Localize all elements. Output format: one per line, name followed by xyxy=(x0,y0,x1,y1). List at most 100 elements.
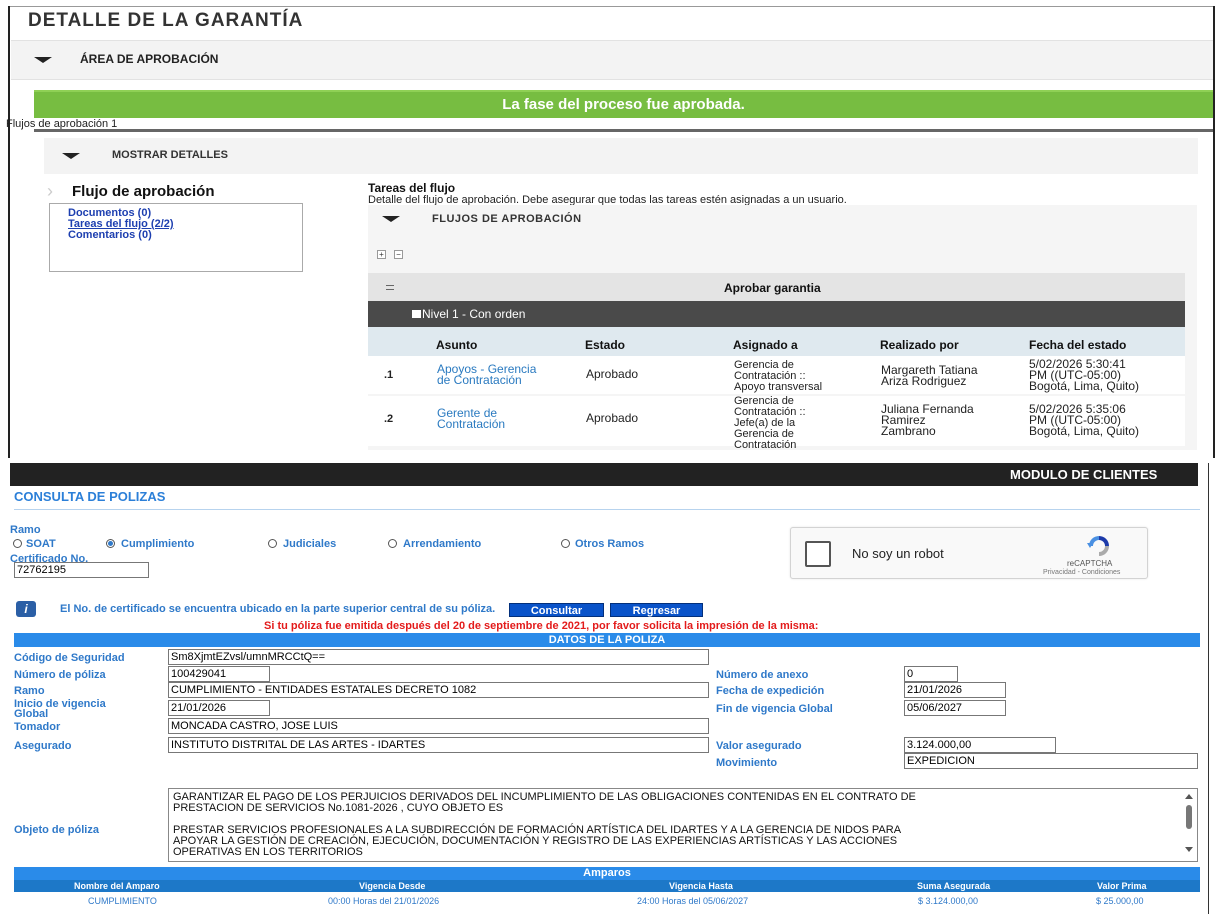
coverage-premium: $ 25.000,00 xyxy=(1096,896,1144,906)
task-done-by: Juliana Fernanda Ramirez Zambrano xyxy=(881,402,974,438)
task-status: Aprobado xyxy=(586,367,639,381)
chevron-down-icon[interactable] xyxy=(382,216,400,222)
approval-area-label[interactable]: ÁREA DE APROBACIÓN xyxy=(80,52,218,66)
annex-number-field[interactable]: 0 xyxy=(904,666,958,682)
approval-flows-section-label[interactable]: FLUJOS DE APROBACIÓN xyxy=(432,213,582,225)
column-assigned: Asignado a xyxy=(733,338,798,352)
insured-value-field[interactable]: 3.124.000,00 xyxy=(904,737,1056,753)
panel-border-left xyxy=(8,6,10,458)
chevron-down-icon[interactable] xyxy=(34,57,52,63)
column-status-date: Fecha del estado xyxy=(1029,338,1127,352)
chevron-down-icon[interactable] xyxy=(62,153,80,159)
ramo-field[interactable]: CUMPLIMIENTO - ENTIDADES ESTATALES DECRE… xyxy=(168,682,709,698)
radio-judiciales[interactable] xyxy=(268,539,277,548)
task-done-by: Margareth Tatiana Ariza Rodriguez xyxy=(881,363,978,388)
insured-label: Asegurado xyxy=(14,740,72,752)
panel-border-right xyxy=(1213,6,1215,458)
row-number: .2 xyxy=(384,413,394,425)
ramo-label: Ramo xyxy=(10,524,41,536)
issue-date-field[interactable]: 21/01/2026 xyxy=(904,682,1006,698)
policy-number-field[interactable]: 100429041 xyxy=(168,666,270,682)
collapse-level-icon[interactable] xyxy=(412,310,421,318)
movement-field[interactable]: EXPEDICION xyxy=(904,753,1198,769)
certificate-input[interactable]: 72762195 xyxy=(14,562,149,578)
task-assigned: Gerencia de Contratación :: Apoyo transver… xyxy=(734,359,823,393)
start-validity-field[interactable]: 21/01/2026 xyxy=(168,700,270,716)
radio-arrendamiento-label[interactable]: Arrendamiento xyxy=(403,538,481,550)
security-code-field[interactable]: Sm8XjmtEZvsl/umnMRCCtQ== xyxy=(168,649,709,665)
flow-tasks-title: Tareas del flujo xyxy=(368,181,456,195)
task-assigned: Gerencia de Contratación :: Jefe(a) de la G… xyxy=(734,395,806,451)
comments-link[interactable]: Comentarios (0) xyxy=(68,229,152,241)
coverages-table-header xyxy=(14,880,1200,892)
level-label: Nivel 1 - Con orden xyxy=(422,307,526,321)
column-done-by: Realizado por xyxy=(880,338,959,352)
radio-soat[interactable] xyxy=(13,539,22,548)
radio-judiciales-label[interactable]: Judiciales xyxy=(283,538,336,550)
recaptcha-logo-icon xyxy=(1087,536,1109,556)
guarantee-detail-panel: DETALLE DE LA GARANTÍA ÁREA DE APROBACIÓ… xyxy=(0,0,1223,462)
task-subject-link[interactable]: Apoyos - Gerencia de Contratación xyxy=(437,363,536,386)
task-status-date: 5/02/2026 5:30:41 PM ((UTC-05:00) Bogotá… xyxy=(1029,357,1140,393)
approve-guarantee-label: Aprobar garantia xyxy=(724,281,821,295)
collapse-all-icon[interactable]: − xyxy=(394,250,403,259)
holder-label: Tomador xyxy=(14,721,61,733)
panel-border-right xyxy=(1208,463,1209,914)
back-button[interactable]: Regresar xyxy=(610,603,703,617)
consult-button[interactable]: Consultar xyxy=(509,603,604,617)
flow-sidebar-menu: Documentos (0) Tareas del flujo (2/2) Co… xyxy=(49,203,303,272)
security-code-label: Código de Seguridad xyxy=(14,652,125,664)
radio-soat-label[interactable]: SOAT xyxy=(26,538,56,550)
flow-sidebar-title: Flujo de aprobación xyxy=(72,183,215,200)
certificate-hint: El No. de certificado se encuentra ubica… xyxy=(60,603,496,615)
insured-field[interactable]: INSTITUTO DISTRITAL DE LAS ARTES - IDART… xyxy=(168,737,709,753)
radio-otros-ramos[interactable] xyxy=(561,539,570,548)
clients-module-label: MODULO DE CLIENTES xyxy=(1010,467,1158,482)
radio-otros-ramos-label[interactable]: Otros Ramos xyxy=(575,538,644,550)
recaptcha-label: No soy un robot xyxy=(852,546,944,561)
end-validity-label: Fin de vigencia Global xyxy=(716,703,833,715)
policy-object-textarea[interactable]: GARANTIZAR EL PAGO DE LOS PERJUICIOS DER… xyxy=(168,788,1198,862)
end-validity-field[interactable]: 05/06/2027 xyxy=(904,700,1006,716)
coverage-valid-to: 24:00 Horas del 05/06/2027 xyxy=(637,896,749,906)
column-valid-from: Vigencia Desde xyxy=(359,881,426,891)
row-number: .1 xyxy=(384,369,394,381)
radio-arrendamiento[interactable] xyxy=(388,539,397,548)
task-status: Aprobado xyxy=(586,411,639,425)
movement-label: Movimiento xyxy=(716,757,778,769)
task-subject-link[interactable]: Gerente de Contratación xyxy=(437,407,505,430)
coverage-valid-from: 00:00 Horas del 21/01/2026 xyxy=(328,896,440,906)
page-title: DETALLE DE LA GARANTÍA xyxy=(28,10,304,31)
textarea-scrollbar[interactable] xyxy=(1183,792,1195,858)
issue-date-label: Fecha de expedición xyxy=(716,685,825,697)
column-valid-to: Vigencia Hasta xyxy=(669,881,733,891)
divider xyxy=(14,509,1200,510)
show-details-label[interactable]: MOSTRAR DETALLES xyxy=(112,149,228,161)
print-request-notice: Si tu póliza fue emitida después del 20 … xyxy=(264,620,819,632)
holder-field[interactable]: MONCADA CASTRO, JOSE LUIS xyxy=(168,718,709,734)
collapse-group-icon[interactable] xyxy=(386,285,394,290)
radio-cumplimiento[interactable] xyxy=(106,539,115,548)
scroll-thumb xyxy=(1186,805,1192,829)
column-premium: Valor Prima xyxy=(1097,881,1147,891)
radio-cumplimiento-label[interactable]: Cumplimiento xyxy=(121,538,194,550)
column-subject: Asunto xyxy=(436,338,478,352)
info-icon: i xyxy=(16,601,36,617)
scroll-up-icon xyxy=(1185,794,1193,799)
policy-data-header: DATOS DE LA POLIZA xyxy=(14,633,1200,647)
expand-all-icon[interactable]: + xyxy=(377,250,386,259)
recaptcha-checkbox[interactable] xyxy=(805,541,831,567)
task-status-date: 5/02/2026 5:35:06 PM ((UTC-05:00) Bogotá… xyxy=(1029,402,1140,438)
divider xyxy=(34,129,1213,132)
coverage-name: CUMPLIMIENTO xyxy=(88,896,157,906)
scroll-down-icon xyxy=(1185,847,1193,852)
phase-approved-banner: La fase del proceso fue aprobada. xyxy=(34,90,1213,118)
policy-search-title: CONSULTA DE POLIZAS xyxy=(14,489,166,504)
start-validity-label: Inicio de vigencia Global xyxy=(14,698,106,720)
column-insured-sum: Suma Asegurada xyxy=(917,881,991,891)
column-status: Estado xyxy=(585,338,626,352)
insured-value-label: Valor asegurado xyxy=(716,740,802,752)
recaptcha-links[interactable]: Privacidad - Condiciones xyxy=(1043,569,1120,576)
coverages-header: Amparos xyxy=(14,867,1200,880)
recaptcha-brand: reCAPTCHA xyxy=(1067,559,1113,568)
